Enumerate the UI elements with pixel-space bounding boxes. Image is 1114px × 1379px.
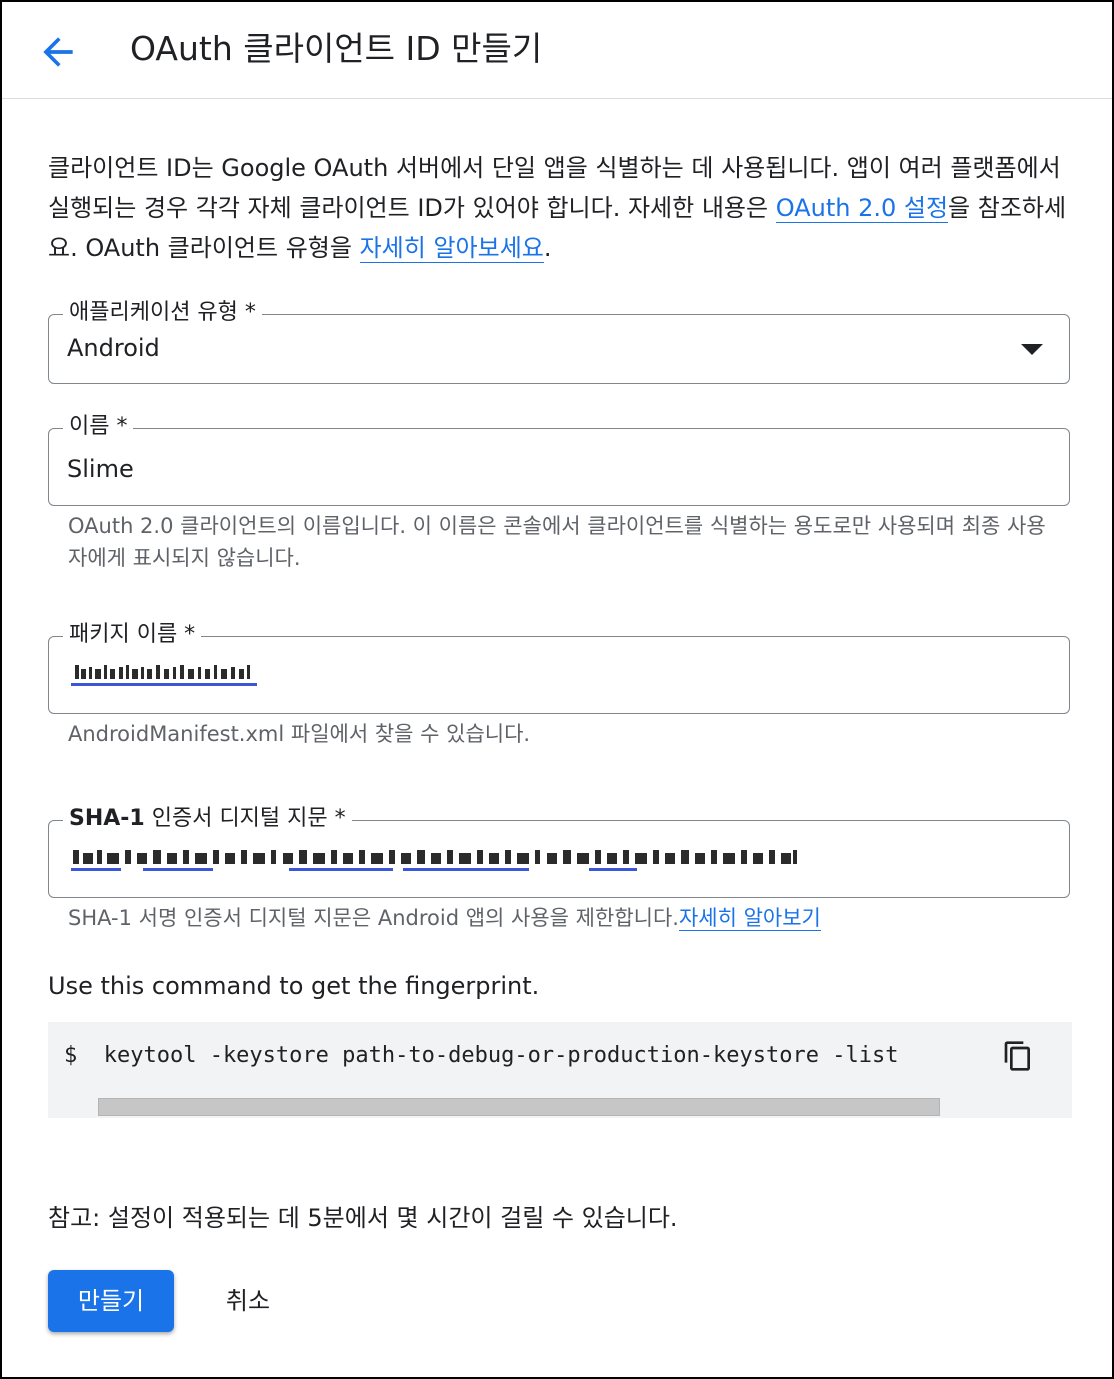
copy-icon[interactable] <box>1002 1040 1034 1072</box>
command-code: $ keytool -keystore path-to-debug-or-pro… <box>64 1043 899 1068</box>
sha1-hint: SHA-1 서명 인증서 디지털 지문은 Android 앱의 사용을 제한합니… <box>68 902 1058 934</box>
learn-more-link[interactable]: 자세히 알아보세요 <box>359 234 544 263</box>
page-title: OAuth 클라이언트 ID 만들기 <box>130 29 543 68</box>
command-label: Use this command to get the fingerprint. <box>48 972 540 1000</box>
package-name-hint: AndroidManifest.xml 파일에서 찾을 수 있습니다. <box>68 722 531 746</box>
command-code-block: $ keytool -keystore path-to-debug-or-pro… <box>48 1022 1072 1118</box>
sha1-hint-text: SHA-1 서명 인증서 디지털 지문은 Android 앱의 사용을 제한합니… <box>68 906 679 930</box>
name-label: 이름 * <box>63 412 134 442</box>
name-hint: OAuth 2.0 클라이언트의 이름입니다. 이 이름은 콘솔에서 클라이언트… <box>68 514 1046 570</box>
sha1-fingerprint-input[interactable]: SHA-1 인증서 디지털 지문 * <box>48 804 1070 898</box>
sha1-learn-more-link[interactable]: 자세히 알아보기 <box>678 906 821 931</box>
redacted-sha1-value <box>69 845 799 875</box>
cancel-button[interactable]: 취소 <box>202 1270 294 1332</box>
sha1-label-bold: SHA-1 <box>69 806 145 831</box>
arrow-back-icon[interactable] <box>36 30 80 74</box>
sha1-label-rest: 인증서 디지털 지문 * <box>144 806 346 831</box>
sha1-label: SHA-1 인증서 디지털 지문 * <box>63 804 352 834</box>
name-value: Slime <box>67 455 134 483</box>
oauth-settings-link[interactable]: OAuth 2.0 설정 <box>775 194 949 223</box>
package-name-label: 패키지 이름 * <box>63 620 202 650</box>
intro-text-part: . <box>543 234 552 262</box>
app-type-select[interactable]: 애플리케이션 유형 * Android <box>48 298 1070 384</box>
redacted-package-value <box>69 659 261 689</box>
name-input[interactable]: 이름 * Slime <box>48 412 1070 506</box>
dialog-frame: OAuth 클라이언트 ID 만들기 클라이언트 ID는 Google OAut… <box>0 0 1114 1379</box>
app-type-label: 애플리케이션 유형 * <box>63 298 262 328</box>
note-text: 참고: 설정이 적용되는 데 5분에서 몇 시간이 걸릴 수 있습니다. <box>48 1204 678 1232</box>
intro-text: 클라이언트 ID는 Google OAuth 서버에서 단일 앱을 식별하는 데… <box>48 148 1068 268</box>
package-name-input[interactable]: 패키지 이름 * <box>48 620 1070 714</box>
dropdown-arrow-icon <box>1021 344 1043 355</box>
header: OAuth 클라이언트 ID 만들기 <box>2 2 1112 99</box>
horizontal-scrollbar[interactable] <box>98 1098 940 1116</box>
create-button[interactable]: 만들기 <box>48 1270 174 1332</box>
app-type-value: Android <box>67 334 160 362</box>
